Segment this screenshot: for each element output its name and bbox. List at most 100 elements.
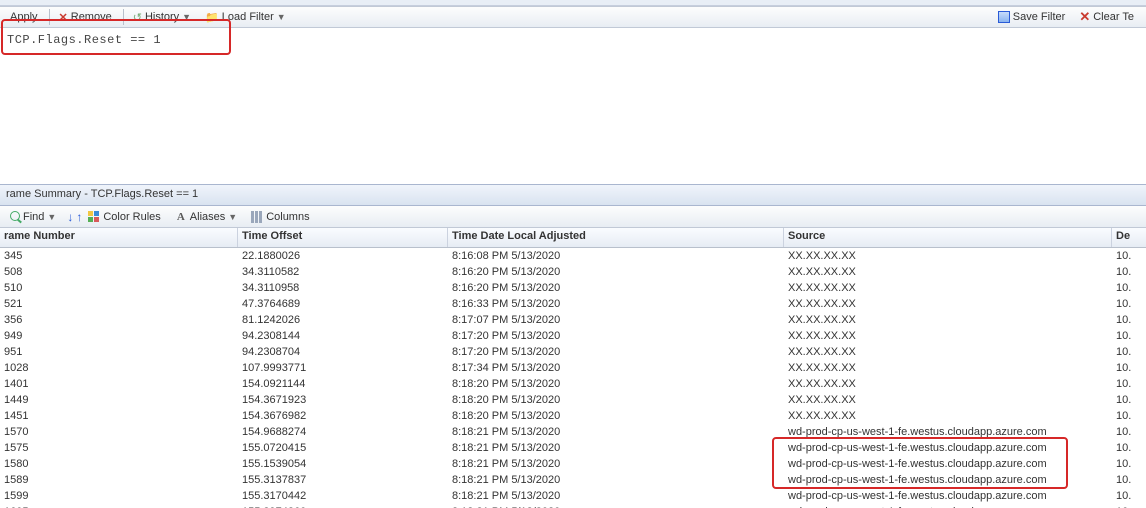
cell-frame-number: 1028 [0,360,238,376]
find-dropdown[interactable]: Find▼ [4,210,62,224]
cell-time-date: 8:18:20 PM 5/13/2020 [448,392,784,408]
table-row[interactable]: 1401154.09211448:18:20 PM 5/13/2020XX.XX… [0,376,1146,392]
cell-time-date: 8:17:34 PM 5/13/2020 [448,360,784,376]
cell-source: XX.XX.XX.XX [784,344,1112,360]
cell-frame-number: 1605 [0,504,238,508]
table-row[interactable]: 1570154.96882748:18:21 PM 5/13/2020wd-pr… [0,424,1146,440]
cell-time-date: 8:16:20 PM 5/13/2020 [448,264,784,280]
cell-time-offset: 154.0921144 [238,376,448,392]
cell-time-date: 8:17:20 PM 5/13/2020 [448,328,784,344]
cell-time-offset: 155.3974860 [238,504,448,508]
table-row[interactable]: 1449154.36719238:18:20 PM 5/13/2020XX.XX… [0,392,1146,408]
cell-destination: 10. [1112,296,1146,312]
col-frame-number[interactable]: rame Number [0,228,238,247]
cell-time-date: 8:18:21 PM 5/13/2020 [448,456,784,472]
cell-time-date: 8:18:21 PM 5/13/2020 [448,440,784,456]
clear-icon: ✕ [1079,11,1090,23]
cell-time-offset: 81.1242026 [238,312,448,328]
aliases-dropdown[interactable]: AAliases▼ [169,210,243,224]
apply-button[interactable]: Apply [4,10,44,24]
cell-source: XX.XX.XX.XX [784,328,1112,344]
col-time-offset[interactable]: Time Offset [238,228,448,247]
table-row[interactable]: 52147.37646898:16:33 PM 5/13/2020XX.XX.X… [0,296,1146,312]
cell-frame-number: 1599 [0,488,238,504]
cell-source: XX.XX.XX.XX [784,376,1112,392]
history-dropdown[interactable]: ↺History▼ [127,10,197,25]
table-row[interactable]: 95194.23087048:17:20 PM 5/13/2020XX.XX.X… [0,344,1146,360]
grid-body[interactable]: 34522.18800268:16:08 PM 5/13/2020XX.XX.X… [0,248,1146,508]
cell-source: wd-prod-cp-us-west-1-fe.westus.cloudapp.… [784,504,1112,508]
cell-time-offset: 154.3676982 [238,408,448,424]
remove-button[interactable]: ✕Remove [53,10,118,25]
table-row[interactable]: 35681.12420268:17:07 PM 5/13/2020XX.XX.X… [0,312,1146,328]
filter-editor[interactable] [0,28,1146,184]
table-row[interactable]: 34522.18800268:16:08 PM 5/13/2020XX.XX.X… [0,248,1146,264]
cell-destination: 10. [1112,504,1146,508]
table-row[interactable]: 1028107.99937718:17:34 PM 5/13/2020XX.XX… [0,360,1146,376]
cell-destination: 10. [1112,280,1146,296]
cell-frame-number: 1570 [0,424,238,440]
cell-source: XX.XX.XX.XX [784,264,1112,280]
table-row[interactable]: 51034.31109588:16:20 PM 5/13/2020XX.XX.X… [0,280,1146,296]
cell-time-offset: 34.3110958 [238,280,448,296]
cell-source: XX.XX.XX.XX [784,280,1112,296]
cell-destination: 10. [1112,328,1146,344]
cell-time-offset: 107.9993771 [238,360,448,376]
table-row[interactable]: 94994.23081448:17:20 PM 5/13/2020XX.XX.X… [0,328,1146,344]
cell-source: wd-prod-cp-us-west-1-fe.westus.cloudapp.… [784,424,1112,440]
table-row[interactable]: 1580155.15390548:18:21 PM 5/13/2020wd-pr… [0,456,1146,472]
clear-text-button[interactable]: ✕Clear Te [1073,10,1140,24]
grid-header: rame Number Time Offset Time Date Local … [0,228,1146,248]
cell-destination: 10. [1112,424,1146,440]
frame-summary-title: rame Summary - TCP.Flags.Reset == 1 [0,184,1146,206]
filter-toolbar: Apply ✕Remove ↺History▼ 📁Load Filter▼ Sa… [0,6,1146,28]
cell-time-offset: 34.3110582 [238,264,448,280]
cell-frame-number: 1575 [0,440,238,456]
cell-time-offset: 155.3170442 [238,488,448,504]
cell-time-date: 8:18:20 PM 5/13/2020 [448,376,784,392]
cell-destination: 10. [1112,488,1146,504]
cell-source: wd-prod-cp-us-west-1-fe.westus.cloudapp.… [784,472,1112,488]
cell-time-offset: 22.1880026 [238,248,448,264]
cell-frame-number: 951 [0,344,238,360]
table-row[interactable]: 1589155.31378378:18:21 PM 5/13/2020wd-pr… [0,472,1146,488]
save-filter-button[interactable]: Save Filter [992,10,1072,24]
table-row[interactable]: 50834.31105828:16:20 PM 5/13/2020XX.XX.X… [0,264,1146,280]
cell-time-date: 8:18:21 PM 5/13/2020 [448,472,784,488]
col-time-date-local[interactable]: Time Date Local Adjusted [448,228,784,247]
cell-frame-number: 1451 [0,408,238,424]
cell-time-date: 8:18:21 PM 5/13/2020 [448,488,784,504]
cell-destination: 10. [1112,344,1146,360]
cell-destination: 10. [1112,312,1146,328]
cell-time-date: 8:16:08 PM 5/13/2020 [448,248,784,264]
save-icon [998,11,1010,23]
table-row[interactable]: 1451154.36769828:18:20 PM 5/13/2020XX.XX… [0,408,1146,424]
cell-source: XX.XX.XX.XX [784,392,1112,408]
columns-dropdown[interactable]: Columns [245,210,315,224]
cell-source: wd-prod-cp-us-west-1-fe.westus.cloudapp.… [784,456,1112,472]
cell-source: wd-prod-cp-us-west-1-fe.westus.cloudapp.… [784,440,1112,456]
cell-time-date: 8:16:20 PM 5/13/2020 [448,280,784,296]
load-filter-dropdown[interactable]: 📁Load Filter▼ [199,10,292,25]
table-row[interactable]: 1575155.07204158:18:21 PM 5/13/2020wd-pr… [0,440,1146,456]
cell-destination: 10. [1112,392,1146,408]
col-source[interactable]: Source [784,228,1112,247]
col-destination[interactable]: De [1112,228,1146,247]
cell-destination: 10. [1112,376,1146,392]
cell-time-offset: 155.1539054 [238,456,448,472]
cell-time-offset: 94.2308144 [238,328,448,344]
color-rules-button[interactable]: Color Rules [82,210,166,224]
cell-source: XX.XX.XX.XX [784,408,1112,424]
columns-icon [251,211,263,223]
table-row[interactable]: 1605155.39748608:18:21 PM 5/13/2020wd-pr… [0,504,1146,508]
cell-source: XX.XX.XX.XX [784,360,1112,376]
cell-time-offset: 154.3671923 [238,392,448,408]
filter-expression-input[interactable] [3,31,223,49]
aliases-icon: A [175,211,187,223]
history-icon: ↺ [133,11,142,24]
go-prev-button[interactable]: ↓ [67,210,73,224]
cell-frame-number: 1589 [0,472,238,488]
cell-time-offset: 47.3764689 [238,296,448,312]
frame-summary-toolbar: Find▼ ↓ ↑ Color Rules AAliases▼ Columns [0,206,1146,228]
table-row[interactable]: 1599155.31704428:18:21 PM 5/13/2020wd-pr… [0,488,1146,504]
